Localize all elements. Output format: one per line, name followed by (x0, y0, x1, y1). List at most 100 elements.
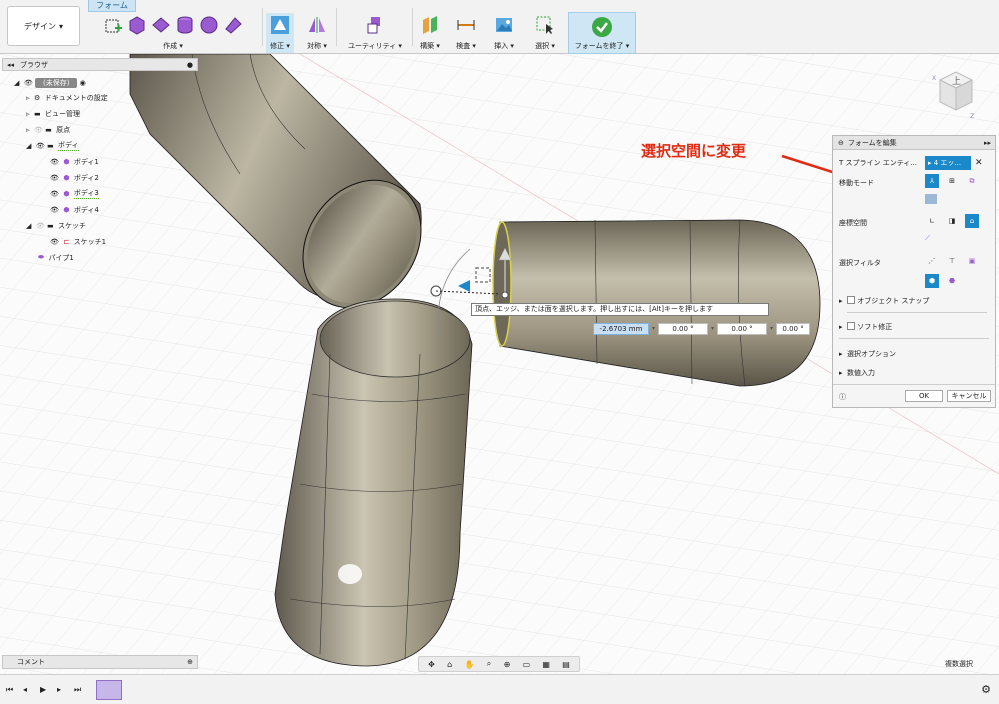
soft-modify-checkbox[interactable] (846, 322, 855, 330)
cylinder-icon[interactable] (175, 15, 195, 35)
soft-modify-row[interactable]: ▸ ソフト修正 (839, 322, 892, 332)
construct-plane-icon[interactable] (420, 15, 440, 35)
angle-input-3[interactable]: 0.00 ° (776, 322, 811, 335)
select-group[interactable]: 選択 ▾ (528, 13, 562, 53)
create-group[interactable]: 作成 ▾ (88, 13, 258, 53)
ok-button[interactable]: OK (905, 390, 943, 402)
multi-select-status[interactable]: 複数選択 (945, 659, 973, 669)
tree-item-bodies[interactable]: ◢ 👁 ▬ ボディ (26, 138, 79, 153)
local-space-icon[interactable]: ⟋ (925, 234, 930, 243)
edit-form-icon[interactable] (270, 15, 290, 35)
go-to-start-icon[interactable]: ⏮ (6, 685, 16, 695)
look-at-icon[interactable]: ⌂ (447, 660, 452, 669)
zoom-icon[interactable]: ⌕ (487, 659, 491, 669)
edge-count-select[interactable]: ▸ 4 エッ... (925, 156, 971, 170)
plane-icon[interactable] (151, 15, 171, 35)
info-icon[interactable]: ⓘ (839, 392, 846, 402)
angle-input-1[interactable]: 0.00 ° (658, 322, 709, 335)
step-back-icon[interactable]: ◂ (23, 685, 33, 695)
add-comment-icon[interactable]: ⊕ (187, 656, 193, 668)
grid-settings-icon[interactable]: ▦ (542, 660, 550, 669)
tab-form[interactable]: フォーム (88, 0, 136, 12)
selection-space-icon[interactable]: ⌂ (965, 214, 979, 228)
eye-icon[interactable]: 👁 (24, 79, 33, 87)
face-icon[interactable] (223, 15, 243, 35)
expand-icon[interactable]: ◢ (14, 79, 19, 87)
construct-group[interactable]: 構築 ▾ (416, 13, 444, 53)
utility-group[interactable]: ユーティリティ ▾ (342, 13, 408, 53)
eye-icon[interactable]: 👁 (50, 206, 59, 214)
all-filter-icon[interactable]: ⬢ (925, 274, 939, 288)
edge-filter-icon[interactable]: ⊤ (945, 254, 959, 268)
comment-panel[interactable]: コメント ⊕ (2, 655, 198, 669)
radio-icon[interactable]: ◉ (80, 79, 86, 87)
quadball-icon[interactable] (127, 15, 147, 35)
object-snap-checkbox[interactable] (846, 296, 855, 304)
play-icon[interactable]: ▶ (40, 685, 50, 695)
move-mode-scale-icon[interactable]: ⧉ (965, 174, 979, 188)
finish-form-button[interactable]: フォームを終了 ▾ (568, 12, 636, 54)
tree-item-body3[interactable]: 👁 ⬢ ボディ3 (50, 186, 99, 201)
image-insert-icon[interactable] (494, 15, 514, 35)
view-space-icon[interactable]: ◨ (945, 214, 959, 228)
move-mode-plane-icon[interactable] (925, 194, 937, 204)
modify-group[interactable]: 修正 ▾ (266, 13, 294, 53)
tree-item-sketch1[interactable]: 👁 ⊏ スケッチ1 (50, 234, 106, 249)
zoom-window-icon[interactable]: ⊕ (504, 660, 511, 669)
pan-icon[interactable]: ✋ (465, 660, 475, 669)
eye-hidden-icon[interactable]: 👁 (34, 126, 43, 134)
collapse-icon[interactable]: ◂◂ (7, 61, 14, 69)
browser-header[interactable]: ◂◂ ブラウザ ● (2, 58, 198, 71)
viewport-settings-icon[interactable]: ▤ (562, 660, 570, 669)
chevron-down-icon[interactable]: ▾ (770, 325, 773, 332)
cancel-button[interactable]: キャンセル (947, 390, 991, 402)
go-to-end-icon[interactable]: ⏭ (74, 685, 84, 695)
tree-item-view-mgmt[interactable]: ▹ ▬ ビュー管理 (26, 106, 80, 121)
body-filter-icon[interactable]: ⬣ (945, 274, 959, 288)
collapse-panel-icon[interactable]: ⊖ (838, 139, 844, 147)
orbit-icon[interactable]: ✥ (428, 660, 435, 669)
world-space-icon[interactable]: ∟ (925, 214, 939, 228)
gear-icon[interactable]: ⚙ (981, 683, 991, 696)
tree-item-doc-settings[interactable]: ▹ ⚙ ドキュメントの設定 (26, 90, 108, 105)
symmetry-icon[interactable] (307, 15, 327, 35)
step-forward-icon[interactable]: ▸ (57, 685, 67, 695)
move-mode-align-icon[interactable]: ⊞ (945, 174, 959, 188)
entity-type-select[interactable]: T スプライン エンティ... (839, 158, 927, 171)
clear-selection-button[interactable]: ✕ (975, 158, 983, 168)
tree-item-body4[interactable]: 👁 ⬢ ボディ4 (50, 202, 99, 217)
select-options-row[interactable]: ▸ 選択オプション (839, 349, 896, 359)
inspect-group[interactable]: 検査 ▾ (452, 13, 480, 53)
workspace-switcher[interactable]: デザイン ▾ (7, 6, 80, 46)
eye-hidden-icon[interactable]: 👁 (36, 222, 45, 230)
eye-icon[interactable]: 👁 (50, 190, 59, 198)
measure-icon[interactable] (456, 15, 476, 35)
eye-icon[interactable]: 👁 (50, 158, 59, 166)
timeline-form-feature[interactable] (96, 680, 122, 700)
tree-item-origin[interactable]: ▹ 👁 ▬ 原点 (26, 122, 70, 137)
expand-panel-icon[interactable]: ▸▸ (984, 139, 991, 147)
insert-group[interactable]: 挿入 ▾ (490, 13, 518, 53)
chevron-down-icon[interactable]: ▾ (652, 325, 655, 332)
display-settings-icon[interactable]: ▭ (523, 660, 531, 669)
tree-item-body1[interactable]: 👁 ⬢ ボディ1 (50, 154, 99, 169)
object-snap-row[interactable]: ▸ オブジェクト スナップ (839, 296, 929, 306)
pin-icon[interactable]: ● (187, 61, 193, 69)
numeric-input-row[interactable]: ▸ 数値入力 (839, 368, 875, 378)
eye-icon[interactable]: 👁 (50, 174, 59, 182)
sphere-icon[interactable] (199, 15, 219, 35)
move-mode-multi-icon[interactable]: ⅄ (925, 174, 939, 188)
eye-icon[interactable]: 👁 (50, 238, 59, 246)
distance-input[interactable]: -2.6703 mm (593, 322, 649, 335)
symmetry-group[interactable]: 対称 ▾ (302, 13, 332, 53)
utility-icon[interactable] (365, 15, 385, 35)
tree-item-pipe1[interactable]: ⬬ パイプ1 (38, 250, 74, 265)
eye-icon[interactable]: 👁 (36, 142, 45, 150)
face-filter-icon[interactable]: ▣ (965, 254, 979, 268)
chevron-down-icon[interactable]: ▾ (711, 325, 714, 332)
box-icon[interactable] (103, 15, 123, 35)
tree-item-root[interactable]: ◢ 👁 (未保存) ◉ (14, 75, 86, 90)
vertex-filter-icon[interactable]: ⋰ (925, 254, 939, 268)
tree-item-sketches[interactable]: ◢ 👁 ▬ スケッチ (26, 218, 86, 233)
angle-input-2[interactable]: 0.00 ° (717, 322, 768, 335)
